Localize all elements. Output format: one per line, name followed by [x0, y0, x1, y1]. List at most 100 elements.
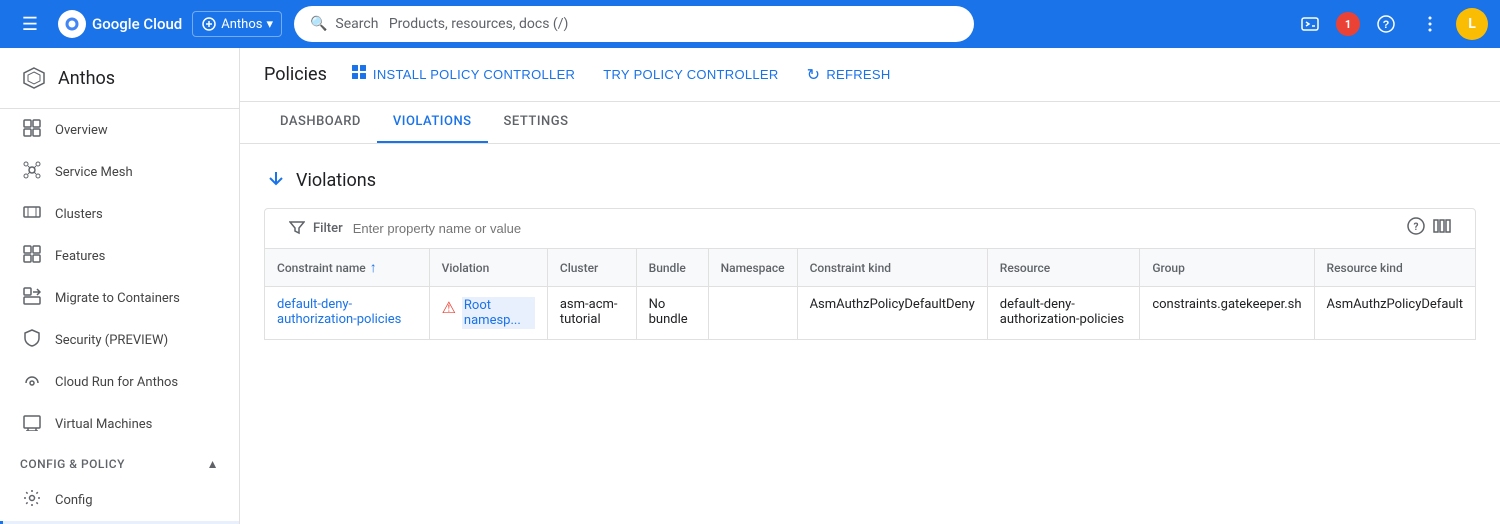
svg-text:?: ?	[1414, 222, 1419, 233]
project-icon	[201, 16, 217, 32]
th-resource-kind-label: Resource kind	[1327, 261, 1403, 275]
refresh-button[interactable]: ↻ REFRESH	[799, 59, 899, 91]
install-policy-controller-button[interactable]: INSTALL POLICY CONTROLLER	[343, 58, 583, 91]
install-icon	[351, 64, 367, 85]
td-resource: default-deny-authorization-policies	[987, 287, 1140, 340]
refresh-label: REFRESH	[826, 67, 890, 82]
sidebar-item-vms[interactable]: Virtual Machines	[0, 403, 239, 445]
clusters-icon	[23, 203, 41, 225]
violation-cell: ⚠ Root namesp...	[442, 297, 535, 329]
error-icon: ⚠	[442, 298, 456, 317]
sidebar-item-label: Migrate to Containers	[55, 291, 180, 306]
tab-violations[interactable]: VIOLATIONS	[377, 102, 488, 143]
hamburger-button[interactable]: ☰	[12, 6, 48, 42]
sidebar-brand: Anthos	[0, 48, 239, 109]
th-group: Group	[1140, 249, 1314, 287]
tabs-bar: DASHBOARD VIOLATIONS SETTINGS	[240, 102, 1500, 144]
table-head: Constraint name ↑ Violation Cluster Bund…	[265, 249, 1476, 287]
table-header-row: Constraint name ↑ Violation Cluster Bund…	[265, 249, 1476, 287]
tab-dashboard-label: DASHBOARD	[280, 114, 361, 129]
try-policy-controller-button[interactable]: TRY POLICY CONTROLLER	[595, 61, 786, 88]
tab-settings[interactable]: SETTINGS	[488, 102, 585, 143]
th-cluster: Cluster	[547, 249, 636, 287]
config-icon	[23, 489, 41, 511]
filter-label: Filter	[313, 221, 343, 236]
td-cluster: asm-acm-tutorial	[547, 287, 636, 340]
svg-text:?: ?	[1383, 19, 1390, 31]
td-bundle: No bundle	[636, 287, 708, 340]
google-cloud-icon	[62, 14, 82, 34]
notification-badge[interactable]: 1	[1336, 12, 1360, 36]
sidebar-item-clusters[interactable]: Clusters	[0, 193, 239, 235]
th-bundle: Bundle	[636, 249, 708, 287]
th-constraint-name: Constraint name ↑	[265, 249, 430, 287]
th-resource-label: Resource	[1000, 261, 1050, 275]
sidebar-item-security[interactable]: Security (PREVIEW)	[0, 319, 239, 361]
page-actions: INSTALL POLICY CONTROLLER TRY POLICY CON…	[343, 58, 899, 91]
tab-dashboard[interactable]: DASHBOARD	[264, 102, 377, 143]
sidebar-item-features[interactable]: Features	[0, 235, 239, 277]
more-button[interactable]	[1412, 6, 1448, 42]
tab-violations-label: VIOLATIONS	[393, 114, 472, 129]
sidebar-item-service-mesh[interactable]: Service Mesh	[0, 151, 239, 193]
constraint-name-link[interactable]: default-deny-authorization-policies	[277, 297, 401, 327]
header-left: ☰ Google Cloud Anthos ▾	[12, 6, 282, 42]
header-actions: 1 ? L	[1292, 6, 1488, 42]
th-group-label: Group	[1152, 261, 1185, 275]
try-label: TRY POLICY CONTROLLER	[603, 67, 778, 82]
filter-input[interactable]	[353, 221, 1407, 236]
sidebar-brand-label: Anthos	[58, 68, 115, 89]
filter-help-icon[interactable]: ?	[1407, 217, 1425, 240]
sidebar-item-cloudrun[interactable]: Cloud Run for Anthos	[0, 361, 239, 403]
td-resource-kind: AsmAuthzPolicyDefault	[1314, 287, 1475, 340]
google-cloud-logo: Google Cloud	[58, 10, 182, 38]
th-bundle-label: Bundle	[649, 261, 686, 275]
search-bar[interactable]: 🔍 Search Products, resources, docs (/)	[294, 6, 974, 42]
td-namespace	[708, 287, 797, 340]
sidebar-item-label: Cloud Run for Anthos	[55, 375, 178, 390]
sidebar-item-config[interactable]: Config	[0, 479, 239, 521]
help-icon: ?	[1376, 14, 1396, 34]
table-body: default-deny-authorization-policies ⚠ Ro…	[265, 287, 1476, 340]
search-text: Search Products, resources, docs (/)	[335, 16, 958, 32]
sidebar-item-label: Clusters	[55, 207, 103, 222]
content-area: Violations Filter ?	[240, 144, 1500, 356]
sidebar-item-migrate[interactable]: Migrate to Containers	[0, 277, 239, 319]
violations-table: Constraint name ↑ Violation Cluster Bund…	[264, 249, 1476, 340]
tab-settings-label: SETTINGS	[504, 114, 569, 129]
constraint-kind-value: AsmAuthzPolicyDefaultDeny	[810, 297, 975, 312]
table-row: default-deny-authorization-policies ⚠ Ro…	[265, 287, 1476, 340]
logo-badge	[58, 10, 86, 38]
refresh-icon: ↻	[807, 65, 821, 85]
sidebar-item-overview[interactable]: Overview	[0, 109, 239, 151]
sidebar-item-label: Config	[55, 493, 93, 508]
project-name: Anthos	[221, 17, 262, 32]
avatar[interactable]: L	[1456, 8, 1488, 40]
logo-text: Google Cloud	[92, 15, 182, 33]
anthos-icon	[20, 64, 48, 92]
section-collapse-icon[interactable]: ▲	[207, 457, 219, 471]
overview-icon	[23, 119, 41, 141]
features-icon	[23, 245, 41, 267]
bundle-value: No bundle	[649, 297, 688, 327]
th-namespace: Namespace	[708, 249, 797, 287]
th-constraint-name-label: Constraint name	[277, 261, 366, 275]
sidebar-item-label: Features	[55, 249, 105, 264]
section-label: Config & Policy	[20, 457, 125, 471]
collapse-button[interactable]	[264, 168, 288, 192]
columns-icon[interactable]	[1433, 217, 1451, 240]
th-resource: Resource	[987, 249, 1140, 287]
cluster-value: asm-acm-tutorial	[560, 297, 618, 327]
th-resource-kind: Resource kind	[1314, 249, 1475, 287]
help-button[interactable]: ?	[1368, 6, 1404, 42]
terminal-button[interactable]	[1292, 6, 1328, 42]
more-icon	[1420, 14, 1440, 34]
sort-asc-icon[interactable]: ↑	[370, 259, 377, 276]
security-icon	[23, 329, 41, 351]
th-constraint-kind-label: Constraint kind	[810, 261, 891, 275]
resource-value: default-deny-authorization-policies	[1000, 297, 1124, 327]
install-label: INSTALL POLICY CONTROLLER	[373, 67, 575, 82]
project-selector[interactable]: Anthos ▾	[192, 11, 282, 37]
search-icon: 🔍	[310, 16, 327, 32]
violation-link[interactable]: Root namesp...	[462, 297, 535, 329]
